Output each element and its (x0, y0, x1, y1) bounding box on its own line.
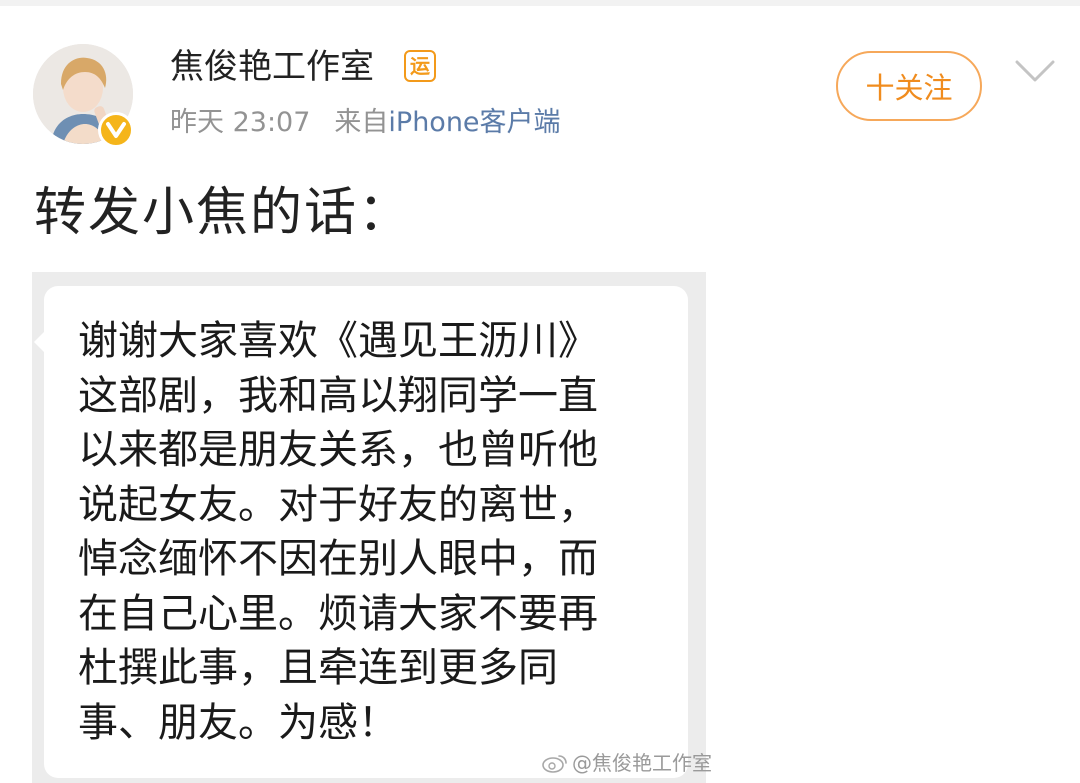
follow-button-label: 十关注 (865, 71, 953, 105)
message-line: 事、朋友。为感！ (78, 699, 398, 746)
post-meta: 昨天 23:07 来自iPhone客户端 (170, 103, 561, 143)
message-line: 说起女友。对于好友的离世， (78, 481, 598, 528)
chevron-down-icon[interactable] (1014, 58, 1056, 84)
message-line: 这部剧，我和高以翔同学一直 (78, 372, 598, 419)
message-line: 以来都是朋友关系，也曾听他 (78, 427, 598, 473)
message-line: 悼念缅怀不因在别人眼中，而 (78, 536, 598, 582)
bubble-tail (34, 330, 46, 354)
message-line: 在自己心里。烦请大家不要再 (78, 590, 598, 637)
top-divider (0, 0, 1080, 6)
message-line: 杜撰此事，且牵连到更多同 (78, 645, 558, 691)
weibo-logo-icon (542, 755, 567, 773)
author-name[interactable]: 焦俊艳工作室 (170, 44, 374, 90)
level-badge: 运 (404, 50, 436, 82)
image-watermark: @焦俊艳工作室 (542, 750, 712, 776)
post-image[interactable]: 谢谢大家喜欢《遇见王沥川》 这部剧，我和高以翔同学一直 以来都是朋友关系，也曾听… (32, 272, 706, 783)
source-prefix: 来自 (334, 107, 389, 138)
message-line: 谢谢大家喜欢《遇见王沥川》 (78, 318, 598, 364)
message-bubble: 谢谢大家喜欢《遇见王沥川》 这部剧，我和高以翔同学一直 以来都是朋友关系，也曾听… (34, 286, 688, 778)
follow-button[interactable]: 十关注 (836, 51, 982, 121)
verified-v-icon (98, 112, 134, 148)
message-text: 谢谢大家喜欢《遇见王沥川》 这部剧，我和高以翔同学一直 以来都是朋友关系，也曾听… (78, 314, 678, 750)
source-client-link[interactable]: iPhone客户端 (388, 107, 560, 138)
post-time: 昨天 23:07 (170, 107, 311, 138)
post-text: 转发小焦的话： (34, 183, 413, 243)
watermark-text: @焦俊艳工作室 (572, 751, 712, 775)
